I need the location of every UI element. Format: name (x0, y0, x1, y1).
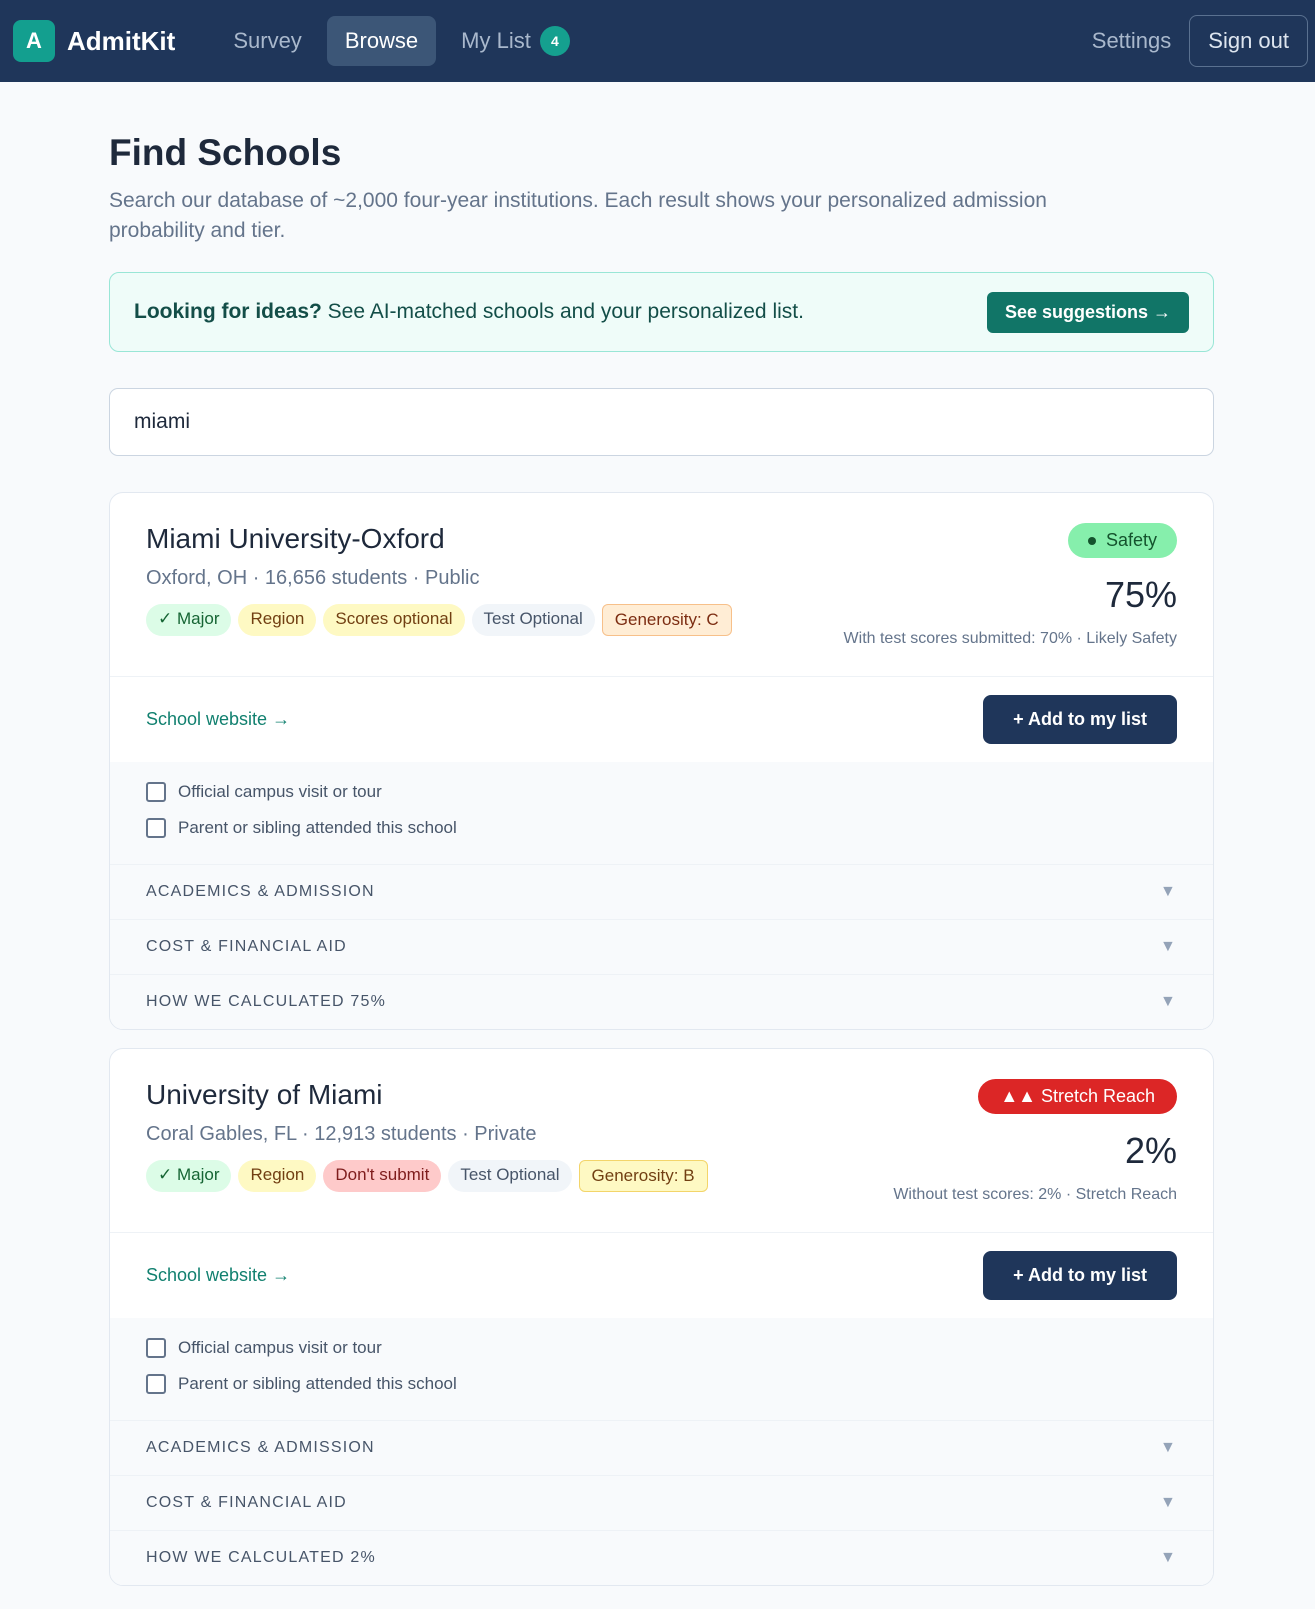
school-card: Miami University-Oxford Oxford, OH · 16,… (109, 492, 1214, 1030)
admission-probability: 75% (1104, 574, 1177, 615)
add-to-list-button[interactable]: + Add to my list (983, 695, 1177, 744)
nav-my-list-label: My List (461, 28, 531, 53)
checkbox-label: Parent or sibling attended this school (178, 818, 457, 837)
add-to-list-button[interactable]: + Add to my list (983, 1251, 1177, 1300)
tag-test-optional: Test Optional (471, 604, 595, 636)
main-content: Find Schools Search our database of ~2,0… (0, 82, 1214, 1586)
ideas-lead: Looking for ideas? (134, 300, 322, 323)
chevron-down-icon: ▼ (1159, 938, 1177, 955)
sign-out-button[interactable]: Sign out (1189, 15, 1308, 67)
brand-name[interactable]: AdmitKit (67, 26, 175, 57)
section-label: COST & FINANCIAL AID (146, 1494, 347, 1511)
probability-note: Without test scores: 2% · Stretch Reach (893, 1186, 1177, 1203)
nav-browse[interactable]: Browse (326, 16, 437, 66)
chevron-down-icon: ▼ (1159, 1439, 1177, 1456)
campus-visit-checkbox[interactable]: Official campus visit or tour (146, 782, 1177, 802)
chevron-down-icon: ▼ (1159, 1494, 1177, 1511)
probability-note: With test scores submitted: 70% · Likely… (843, 630, 1177, 647)
section-label: HOW WE CALCULATED 75% (146, 993, 387, 1010)
tag-scores: Don't submit (323, 1160, 442, 1192)
tag-region: Region (238, 1160, 317, 1192)
my-list-count-badge: 4 (539, 26, 570, 56)
legacy-checkbox[interactable]: Parent or sibling attended this school (146, 818, 1177, 838)
checkbox-box[interactable] (146, 818, 166, 838)
tier-dot-icon (1087, 536, 1096, 545)
section-academics[interactable]: ACADEMICS & ADMISSION ▼ (110, 1420, 1213, 1475)
section-cost[interactable]: COST & FINANCIAL AID ▼ (110, 919, 1213, 974)
school-website-link[interactable]: School website → (146, 1265, 290, 1286)
school-meta: Coral Gables, FL · 12,913 students · Pri… (146, 1123, 537, 1145)
tag-list: ✓ Major Region Scores optional Test Opti… (146, 604, 732, 636)
tag-major: ✓ Major (146, 604, 232, 636)
section-label: COST & FINANCIAL AID (146, 938, 347, 955)
school-card: University of Miami Coral Gables, FL · 1… (109, 1048, 1214, 1586)
nav-survey[interactable]: Survey (215, 16, 319, 66)
logo-icon[interactable]: A (13, 20, 55, 62)
tag-generosity: Generosity: C (601, 604, 732, 636)
tier-label: Safety (1105, 530, 1157, 550)
admission-probability: 2% (1124, 1130, 1177, 1171)
checkbox-label: Parent or sibling attended this school (178, 1374, 457, 1393)
ideas-body: See AI-matched schools and your personal… (321, 300, 804, 323)
legacy-checkbox[interactable]: Parent or sibling attended this school (146, 1374, 1177, 1394)
chevron-down-icon: ▼ (1159, 883, 1177, 900)
ideas-text: Looking for ideas? See AI-matched school… (134, 300, 987, 324)
section-cost[interactable]: COST & FINANCIAL AID ▼ (110, 1475, 1213, 1530)
section-calculation[interactable]: HOW WE CALCULATED 75% ▼ (110, 974, 1213, 1029)
checkbox-box[interactable] (146, 782, 166, 802)
section-label: ACADEMICS & ADMISSION (146, 883, 375, 900)
see-suggestions-button[interactable]: See suggestions → (986, 291, 1189, 333)
search-input[interactable] (109, 388, 1214, 456)
chevron-down-icon: ▼ (1159, 1549, 1177, 1566)
section-label: HOW WE CALCULATED 2% (146, 1549, 376, 1566)
tier-badge: Safety (1067, 523, 1177, 558)
checkbox-box[interactable] (146, 1338, 166, 1358)
tag-scores: Scores optional (323, 604, 465, 636)
page-subtitle: Search our database of ~2,000 four-year … (109, 189, 1047, 242)
section-academics[interactable]: ACADEMICS & ADMISSION ▼ (110, 864, 1213, 919)
school-name: Miami University-Oxford (146, 523, 445, 554)
checkbox-label: Official campus visit or tour (178, 1338, 382, 1357)
tag-region: Region (238, 604, 317, 636)
chevron-down-icon: ▼ (1159, 993, 1177, 1010)
nav-settings[interactable]: Settings (1092, 28, 1172, 54)
tag-test-optional: Test Optional (448, 1160, 572, 1192)
campus-visit-checkbox[interactable]: Official campus visit or tour (146, 1338, 1177, 1358)
checkbox-box[interactable] (146, 1374, 166, 1394)
section-label: ACADEMICS & ADMISSION (146, 1439, 375, 1456)
tag-generosity: Generosity: B (578, 1160, 708, 1192)
tag-list: ✓ Major Region Don't submit Test Optiona… (146, 1160, 708, 1192)
checkbox-label: Official campus visit or tour (178, 782, 382, 801)
school-name: University of Miami (146, 1079, 383, 1110)
section-calculation[interactable]: HOW WE CALCULATED 2% ▼ (110, 1530, 1213, 1585)
page-title: Find Schools (109, 132, 342, 173)
nav-my-list[interactable]: My List 4 (443, 14, 588, 68)
school-website-link[interactable]: School website → (146, 709, 290, 730)
top-nav: A AdmitKit Survey Browse My List 4 Setti… (0, 0, 1315, 82)
school-meta: Oxford, OH · 16,656 students · Public (146, 567, 480, 589)
ideas-banner: Looking for ideas? See AI-matched school… (109, 272, 1214, 352)
tier-badge: ▲▲ Stretch Reach (978, 1079, 1177, 1114)
tag-major: ✓ Major (146, 1160, 232, 1192)
